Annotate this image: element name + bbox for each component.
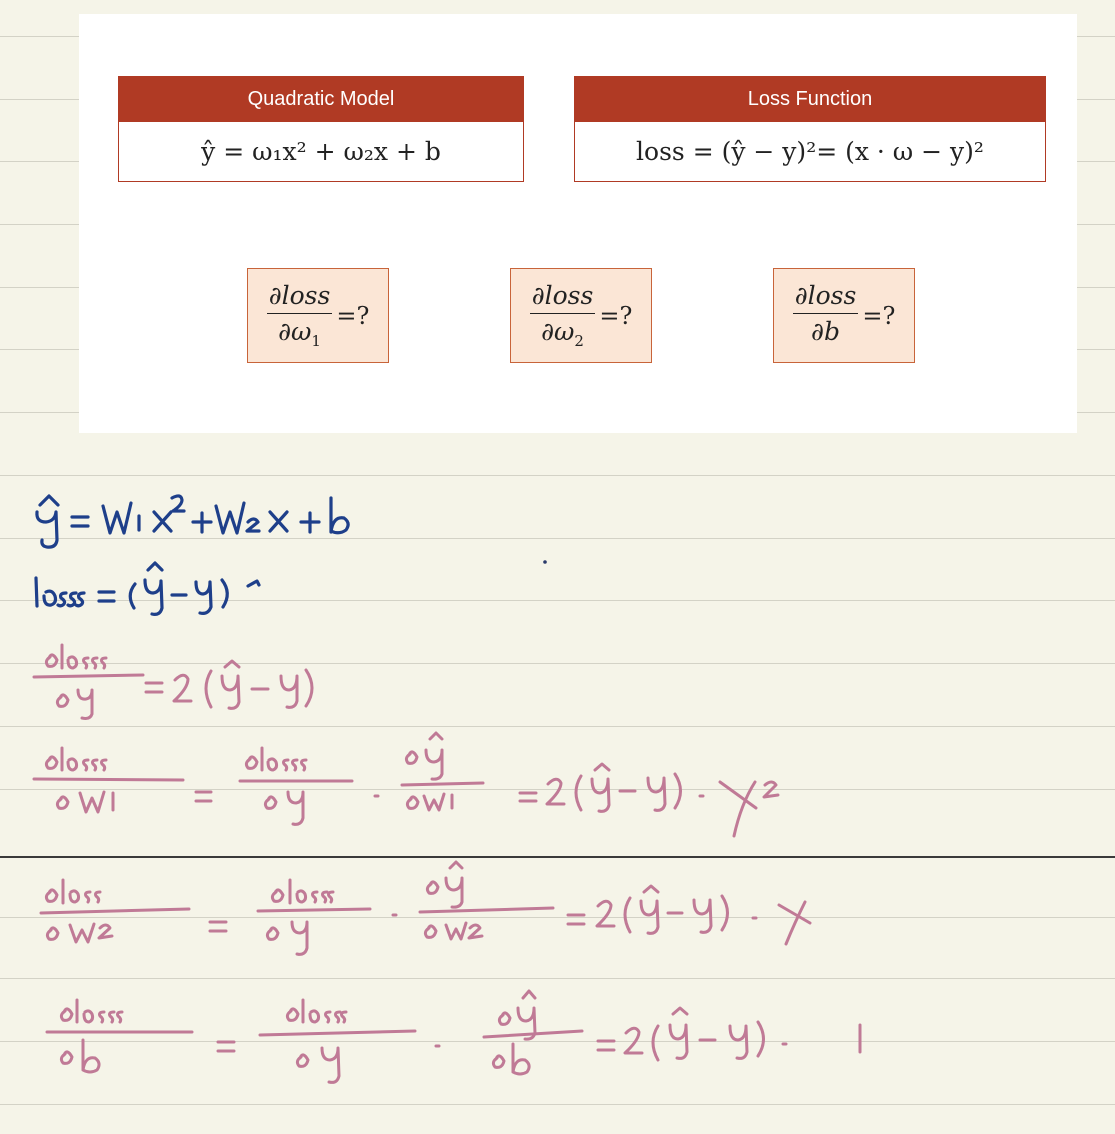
handwritten-notes: [32, 494, 862, 1084]
handwritten-line-4: [32, 731, 780, 838]
handwritten-line-1: [35, 494, 350, 549]
handwritten-line-6: [45, 989, 862, 1084]
stray-dot: [543, 560, 547, 564]
handwritten-line-3: [32, 643, 314, 720]
handwritten-line-5: [39, 860, 812, 956]
handwritten-line-2: [34, 561, 261, 616]
